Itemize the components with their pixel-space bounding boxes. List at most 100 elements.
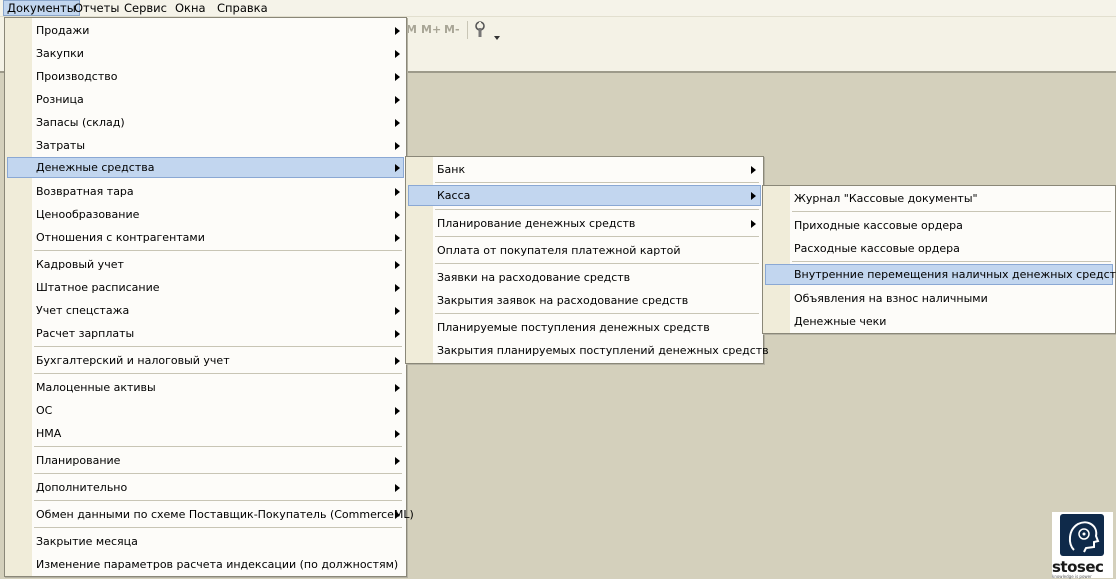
menu-item-indexation[interactable]: Изменение параметров расчета индексации … [7, 554, 404, 575]
submenu-arrow-icon [395, 27, 400, 35]
menu-item-commerceml[interactable]: Обмен данными по схеме Поставщик-Покупат… [7, 504, 414, 525]
cash-submenu: Журнал "Кассовые документы" Приходные ка… [762, 185, 1116, 334]
menu-service[interactable]: Сервис [121, 0, 170, 16]
menu-item-card-payment[interactable]: Оплата от покупателя платежной картой [408, 240, 761, 261]
menu-item-money[interactable]: Денежные средства [7, 157, 404, 178]
menu-item-label: Объявления на взнос наличными [794, 292, 988, 305]
menu-item-planning[interactable]: Планирование [7, 450, 404, 471]
menu-separator [34, 473, 402, 474]
menu-item-month-close[interactable]: Закрытие месяца [7, 531, 404, 552]
menu-item-costs[interactable]: Затраты [7, 135, 404, 156]
menu-windows[interactable]: Окна [172, 0, 209, 16]
menu-item-label: Закрытие месяца [36, 535, 138, 548]
menu-separator [34, 500, 402, 501]
menu-item-label: Денежные чеки [794, 315, 887, 328]
submenu-arrow-icon [395, 357, 400, 365]
menu-item-label: Расходные кассовые ордера [794, 242, 960, 255]
menu-item-label: Розница [36, 93, 84, 106]
memory-plus-button[interactable]: M+ [421, 23, 441, 36]
menu-item-cash[interactable]: Касса [408, 185, 761, 206]
menu-item-label: Запасы (склад) [36, 116, 125, 129]
menu-item-cash-receipt-orders[interactable]: Приходные кассовые ордера [765, 215, 1113, 236]
menu-item-cash-expense-orders[interactable]: Расходные кассовые ордера [765, 238, 1113, 259]
memory-button[interactable]: M [406, 23, 417, 36]
menu-item-expense-request-closures[interactable]: Закрытия заявок на расходование средств [408, 290, 761, 311]
menu-bar: Документы Отчеты Сервис Окна Справка [0, 0, 1116, 17]
menu-item-payroll[interactable]: Расчет зарплаты [7, 323, 404, 344]
menu-item-label: Продажи [36, 24, 90, 37]
menu-item-stock[interactable]: Запасы (склад) [7, 112, 404, 133]
menu-item-cash-planning[interactable]: Планирование денежных средств [408, 213, 761, 234]
menu-separator [792, 261, 1111, 262]
documents-menu: Продажи Закупки Производство Розница Зап… [4, 17, 414, 577]
submenu-arrow-icon [395, 307, 400, 315]
stosec-logo: stosec knowledge is power [1052, 512, 1113, 579]
menu-item-label: Малоценные активы [36, 381, 156, 394]
menu-item-label: Штатное расписание [36, 281, 160, 294]
menu-item-cash-deposit-slips[interactable]: Объявления на взнос наличными [765, 288, 1113, 309]
menu-separator [435, 209, 759, 210]
submenu-arrow-icon [395, 484, 400, 492]
menu-documents[interactable]: Документы [3, 0, 80, 16]
menu-item-sales[interactable]: Продажи [7, 20, 404, 41]
chevron-down-icon[interactable] [494, 36, 500, 40]
menu-separator [34, 346, 402, 347]
menu-item-returnable-containers[interactable]: Возвратная тара [7, 181, 404, 202]
menu-item-intangible-assets[interactable]: НМА [7, 423, 404, 444]
menu-item-label: НМА [36, 427, 62, 440]
menu-separator [435, 236, 759, 237]
menu-item-label: Закрытия заявок на расходование средств [437, 294, 689, 307]
menu-item-pricing[interactable]: Ценообразование [7, 204, 404, 225]
menu-item-label: Планирование [36, 454, 121, 467]
submenu-arrow-icon [395, 142, 400, 150]
menu-item-staffing[interactable]: Штатное расписание [7, 277, 404, 298]
menu-item-label: Ценообразование [36, 208, 140, 221]
menu-item-label: Возвратная тара [36, 185, 134, 198]
menu-item-production[interactable]: Производство [7, 66, 404, 87]
menu-item-label: Обмен данными по схеме Поставщик-Покупат… [36, 508, 414, 521]
menu-item-label: Кадровый учет [36, 258, 124, 271]
menu-item-cheques[interactable]: Денежные чеки [765, 311, 1113, 332]
menu-item-label: Касса [437, 189, 471, 202]
menu-item-label: Затраты [36, 139, 86, 152]
menu-item-label: Планируемые поступления денежных средств [437, 321, 710, 334]
menu-item-label: Отношения с контрагентами [36, 231, 205, 244]
submenu-arrow-icon [395, 119, 400, 127]
menu-item-cash-journal[interactable]: Журнал "Кассовые документы" [765, 188, 1113, 209]
menu-help[interactable]: Справка [214, 0, 271, 16]
menu-item-label: Дополнительно [36, 481, 128, 494]
menu-item-planned-receipts[interactable]: Планируемые поступления денежных средств [408, 317, 761, 338]
menu-item-accounting[interactable]: Бухгалтерский и налоговый учет [7, 350, 404, 371]
menu-item-label: Банк [437, 163, 466, 176]
submenu-arrow-icon [395, 261, 400, 269]
menu-item-label: Закупки [36, 47, 84, 60]
menu-item-special-seniority[interactable]: Учет спецстажа [7, 300, 404, 321]
menu-item-label: Денежные средства [36, 161, 155, 174]
submenu-arrow-icon [751, 220, 756, 228]
menu-separator [34, 373, 402, 374]
menu-item-retail[interactable]: Розница [7, 89, 404, 110]
menu-item-personnel[interactable]: Кадровый учет [7, 254, 404, 275]
menu-separator [435, 313, 759, 314]
menu-separator [34, 527, 402, 528]
submenu-arrow-icon [751, 192, 756, 200]
menu-separator [792, 211, 1111, 212]
submenu-arrow-icon [395, 73, 400, 81]
menu-separator [34, 446, 402, 447]
menu-item-bank[interactable]: Банк [408, 159, 761, 180]
wrench-icon[interactable] [473, 21, 489, 39]
menu-separator [34, 250, 402, 251]
menu-item-expense-requests[interactable]: Заявки на расходование средств [408, 267, 761, 288]
menu-item-label: Заявки на расходование средств [437, 271, 631, 284]
menu-item-contractors[interactable]: Отношения с контрагентами [7, 227, 404, 248]
menu-reports[interactable]: Отчеты [71, 0, 122, 16]
menu-item-purchases[interactable]: Закупки [7, 43, 404, 64]
menu-item-label: Бухгалтерский и налоговый учет [36, 354, 230, 367]
memory-minus-button[interactable]: M- [444, 23, 460, 36]
menu-item-planned-receipt-closures[interactable]: Закрытия планируемых поступлений денежны… [408, 340, 769, 361]
submenu-arrow-icon [395, 164, 400, 172]
menu-item-fixed-assets[interactable]: ОС [7, 400, 404, 421]
menu-item-low-value-assets[interactable]: Малоценные активы [7, 377, 404, 398]
menu-item-internal-cash-transfers[interactable]: Внутренние перемещения наличных денежных… [765, 264, 1116, 285]
menu-item-additional[interactable]: Дополнительно [7, 477, 404, 498]
